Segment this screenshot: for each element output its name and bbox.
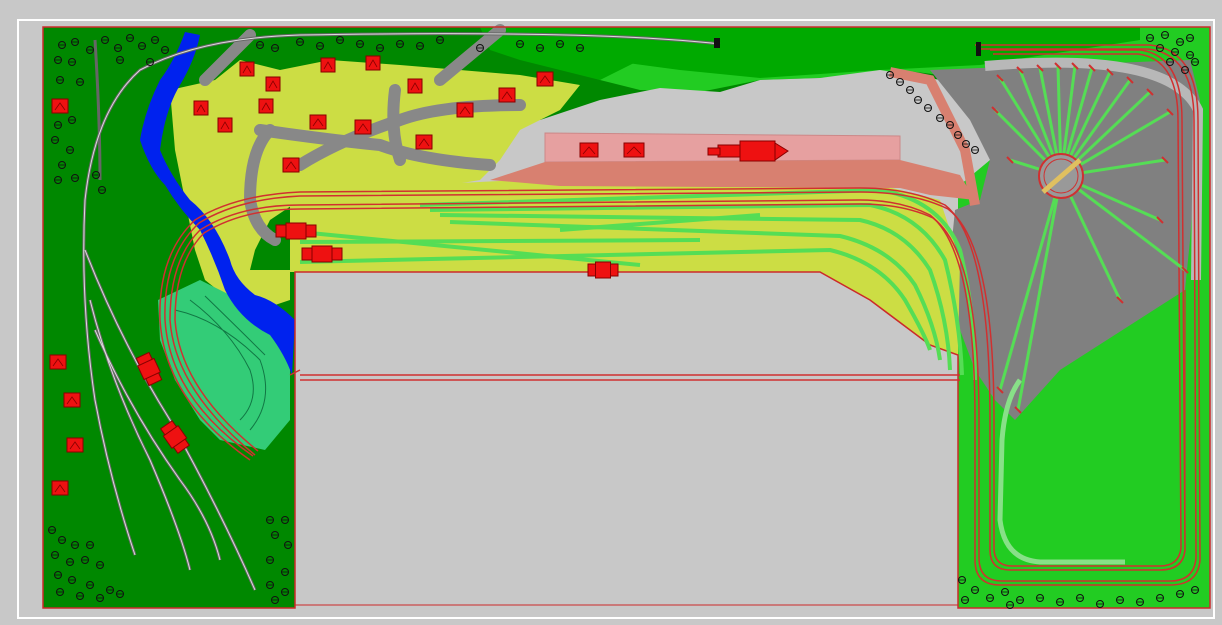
- house-body: [415, 134, 433, 150]
- house-body: [265, 76, 281, 92]
- house-icon[interactable]: [623, 142, 645, 158]
- house-icon[interactable]: [282, 157, 300, 173]
- house-body: [320, 57, 336, 73]
- house-body: [239, 61, 255, 77]
- house-icon[interactable]: [498, 87, 516, 103]
- house-icon[interactable]: [265, 76, 281, 92]
- house-icon[interactable]: [536, 71, 554, 87]
- house-icon[interactable]: [320, 57, 336, 73]
- house-body: [365, 55, 381, 71]
- loco-icon[interactable]: [301, 245, 343, 263]
- house-body: [63, 392, 81, 408]
- loco-icon[interactable]: [275, 222, 317, 240]
- bumper-icon[interactable]: [714, 38, 720, 48]
- house-body: [49, 354, 67, 370]
- rolling-stock-cab: [285, 222, 307, 240]
- house-body: [456, 102, 474, 118]
- house-icon[interactable]: [309, 114, 327, 130]
- house-icon[interactable]: [365, 55, 381, 71]
- house-body: [498, 87, 516, 103]
- room-cutout: [294, 271, 959, 606]
- house-body: [193, 100, 209, 116]
- loco-tender: [707, 147, 721, 156]
- layout-canvas[interactable]: [0, 0, 1222, 625]
- house-icon[interactable]: [258, 98, 274, 114]
- house-icon[interactable]: [217, 117, 233, 133]
- house-body: [51, 480, 69, 496]
- house-body: [579, 142, 599, 158]
- house-body: [536, 71, 554, 87]
- loco-cab: [739, 140, 776, 162]
- house-body: [282, 157, 300, 173]
- turntable-icon[interactable]: [1038, 153, 1084, 199]
- house-icon[interactable]: [193, 100, 209, 116]
- house-body: [407, 78, 423, 94]
- house-body: [309, 114, 327, 130]
- house-icon[interactable]: [354, 119, 372, 135]
- station-lead: [299, 238, 701, 244]
- bumper-icon[interactable]: [976, 42, 981, 56]
- house-icon[interactable]: [239, 61, 255, 77]
- house-body: [66, 437, 84, 453]
- house-icon[interactable]: [51, 480, 69, 496]
- track-plan-svg[interactable]: [0, 0, 1222, 625]
- house-icon[interactable]: [63, 392, 81, 408]
- rolling-stock-cab: [595, 261, 611, 279]
- house-body: [51, 98, 69, 114]
- house-icon[interactable]: [415, 134, 433, 150]
- house-body: [623, 142, 645, 158]
- road-cross: [387, 84, 406, 166]
- house-icon[interactable]: [51, 98, 69, 114]
- house-icon[interactable]: [407, 78, 423, 94]
- house-icon[interactable]: [66, 437, 84, 453]
- house-icon[interactable]: [49, 354, 67, 370]
- house-icon[interactable]: [456, 102, 474, 118]
- rolling-stock-cab: [311, 245, 333, 263]
- house-icon[interactable]: [579, 142, 599, 158]
- house-body: [258, 98, 274, 114]
- house-body: [354, 119, 372, 135]
- house-body: [217, 117, 233, 133]
- loco-icon[interactable]: [587, 261, 619, 279]
